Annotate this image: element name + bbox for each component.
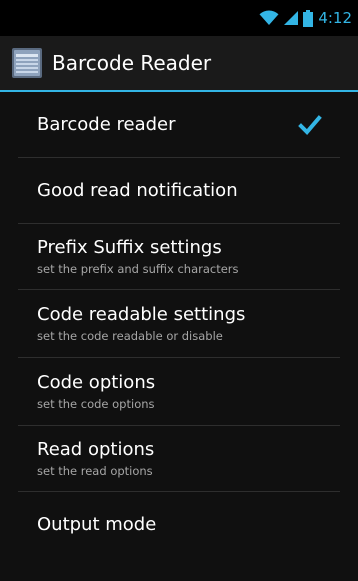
pref-code-options[interactable]: Code options set the code options <box>0 358 358 426</box>
pref-title: Output mode <box>37 514 157 535</box>
pref-code-readable-settings[interactable]: Code readable settings set the code read… <box>0 290 358 358</box>
pref-title: Code options <box>37 372 156 393</box>
pref-title: Read options <box>37 439 155 460</box>
checkmark-icon[interactable] <box>298 114 322 136</box>
pref-summary: set the read options <box>37 464 153 478</box>
pref-summary: set the code readable or disable <box>37 329 223 343</box>
pref-summary: set the prefix and suffix characters <box>37 262 239 276</box>
barcode-app-icon[interactable] <box>12 48 42 78</box>
pref-good-read-notification[interactable]: Good read notification <box>0 158 358 224</box>
pref-barcode-reader[interactable]: Barcode reader <box>0 92 358 158</box>
battery-icon <box>303 9 314 27</box>
status-time: 4:12 <box>318 9 352 27</box>
app-title: Barcode Reader <box>52 51 212 75</box>
pref-summary: set the code options <box>37 397 155 411</box>
preferences-list: Barcode reader Good read notification Pr… <box>0 92 358 558</box>
signal-icon <box>284 11 299 25</box>
pref-title: Good read notification <box>37 180 238 201</box>
pref-title: Barcode reader <box>37 114 176 135</box>
screen: 4:12 Barcode Reader Barcode reader Good … <box>0 0 358 581</box>
pref-title: Prefix Suffix settings <box>37 237 222 258</box>
pref-output-mode[interactable]: Output mode <box>0 492 358 558</box>
pref-read-options[interactable]: Read options set the read options <box>0 426 358 492</box>
pref-prefix-suffix-settings[interactable]: Prefix Suffix settings set the prefix an… <box>0 224 358 290</box>
pref-title: Code readable settings <box>37 304 246 325</box>
wifi-icon <box>259 10 279 25</box>
status-bar: 4:12 <box>0 0 358 36</box>
action-bar: Barcode Reader <box>0 36 358 92</box>
status-icons: 4:12 <box>259 0 352 36</box>
